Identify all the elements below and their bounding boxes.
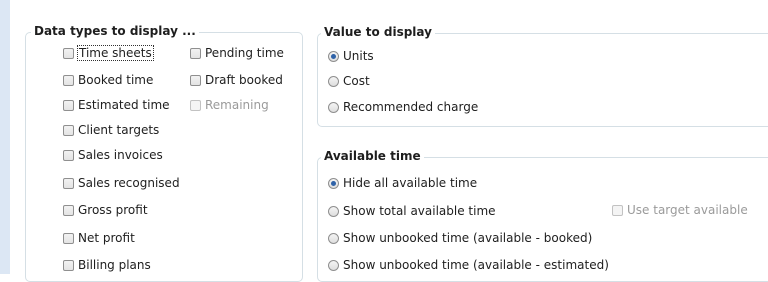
net-profit-checkbox[interactable]: Net profit [63, 229, 135, 247]
use-target-available-checkbox: Use target available [612, 201, 748, 219]
show-total-label: Show total available time [343, 204, 496, 218]
checkbox-box[interactable] [63, 232, 74, 244]
show-unbooked-estimated-label: Show unbooked time (available - estimate… [343, 258, 609, 272]
estimated-time-checkbox[interactable]: Estimated time [63, 96, 170, 114]
available-time-title: Available time [321, 149, 424, 163]
time-sheets-label: Time sheets [77, 45, 154, 61]
draft-booked-checkbox[interactable]: Draft booked [190, 71, 283, 89]
show-unbooked-booked-radio[interactable]: Show unbooked time (available - booked) [328, 229, 592, 247]
client-targets-checkbox[interactable]: Client targets [63, 121, 159, 139]
net-profit-label: Net profit [78, 231, 135, 245]
checkbox-box [612, 204, 623, 216]
recommended-charge-radio[interactable]: Recommended charge [328, 98, 478, 116]
booked-time-label: Booked time [78, 73, 154, 87]
radio-button[interactable] [328, 50, 339, 62]
booked-time-checkbox[interactable]: Booked time [63, 71, 153, 89]
radio-button[interactable] [328, 205, 339, 217]
use-target-available-label: Use target available [627, 203, 748, 217]
value-to-display-title: Value to display [321, 25, 435, 39]
hide-all-label: Hide all available time [343, 176, 478, 190]
checkbox-box[interactable] [63, 47, 74, 59]
cost-radio[interactable]: Cost [328, 72, 370, 90]
show-total-available-radio[interactable]: Show total available time [328, 202, 496, 220]
side-strip [0, 0, 10, 274]
sales-invoices-checkbox[interactable]: Sales invoices [63, 146, 163, 164]
pending-time-label: Pending time [205, 46, 284, 60]
radio-button[interactable] [328, 75, 339, 87]
remaining-label: Remaining [205, 98, 269, 112]
radio-button[interactable] [328, 232, 339, 244]
sales-recognised-label: Sales recognised [78, 176, 180, 190]
radio-button[interactable] [328, 101, 339, 113]
checkbox-box[interactable] [63, 204, 74, 216]
show-unbooked-booked-label: Show unbooked time (available - booked) [343, 231, 593, 245]
sales-invoices-label: Sales invoices [78, 148, 163, 162]
checkbox-box[interactable] [63, 149, 74, 161]
radio-button[interactable] [328, 259, 339, 271]
recommended-charge-label: Recommended charge [343, 100, 479, 114]
cost-label: Cost [343, 74, 370, 88]
billing-plans-checkbox[interactable]: Billing plans [63, 256, 151, 274]
checkbox-box[interactable] [63, 259, 74, 271]
units-radio[interactable]: Units [328, 47, 374, 65]
remaining-checkbox: Remaining [190, 96, 269, 114]
time-sheets-checkbox[interactable]: Time sheets [63, 44, 154, 62]
checkbox-box[interactable] [63, 124, 74, 136]
checkbox-box[interactable] [63, 74, 74, 86]
gross-profit-label: Gross profit [78, 203, 148, 217]
estimated-time-label: Estimated time [78, 98, 170, 112]
checkbox-box[interactable] [63, 99, 74, 111]
radio-button[interactable] [328, 177, 339, 189]
checkbox-box[interactable] [63, 177, 74, 189]
hide-all-available-radio[interactable]: Hide all available time [328, 174, 477, 192]
client-targets-label: Client targets [78, 123, 160, 137]
show-unbooked-estimated-radio[interactable]: Show unbooked time (available - estimate… [328, 256, 609, 274]
checkbox-box [190, 99, 201, 111]
draft-booked-label: Draft booked [205, 73, 283, 87]
units-label: Units [343, 49, 374, 63]
sales-recognised-checkbox[interactable]: Sales recognised [63, 174, 180, 192]
checkbox-box[interactable] [190, 74, 201, 86]
pending-time-checkbox[interactable]: Pending time [190, 44, 284, 62]
billing-plans-label: Billing plans [78, 258, 151, 272]
gross-profit-checkbox[interactable]: Gross profit [63, 201, 148, 219]
checkbox-box[interactable] [190, 47, 201, 59]
data-types-title: Data types to display ... [31, 24, 199, 38]
